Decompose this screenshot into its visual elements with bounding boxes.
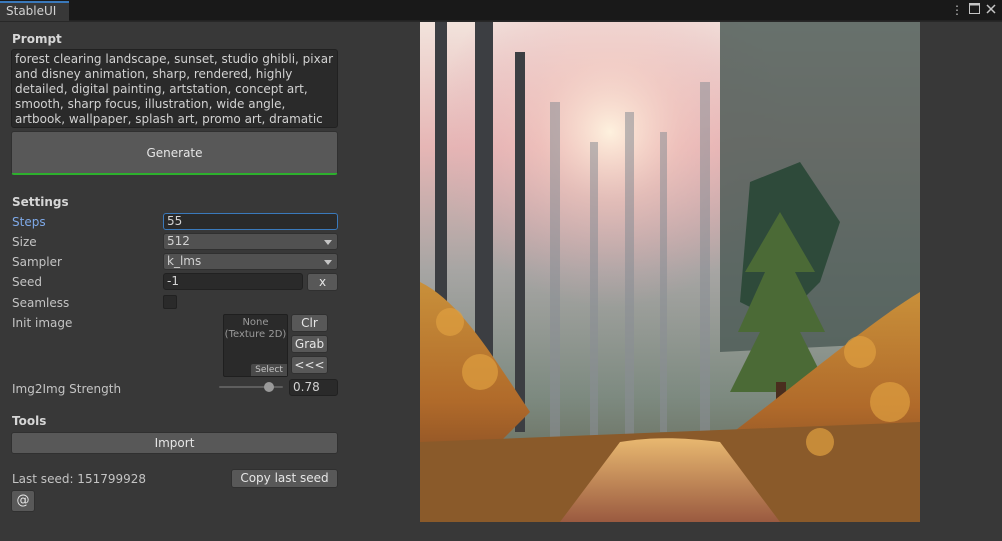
copy-last-seed-button[interactable]: Copy last seed bbox=[231, 469, 338, 488]
at-button[interactable]: @ bbox=[11, 490, 35, 512]
generated-image bbox=[420, 22, 920, 522]
tools-heading: Tools bbox=[12, 414, 47, 428]
tab-stableui[interactable]: StableUI bbox=[0, 1, 69, 21]
prompt-textarea[interactable]: forest clearing landscape, sunset, studi… bbox=[11, 49, 338, 128]
slider-thumb[interactable] bbox=[263, 382, 274, 392]
init-image-label: Init image bbox=[12, 316, 73, 330]
steps-input[interactable]: 55 bbox=[163, 213, 338, 230]
sampler-value: k_lms bbox=[167, 254, 202, 268]
generate-button[interactable]: Generate bbox=[11, 131, 338, 175]
texture-none-text: None bbox=[242, 317, 269, 328]
seed-input[interactable]: -1 bbox=[163, 273, 303, 290]
last-seed-text: Last seed: 151799928 bbox=[12, 472, 147, 486]
texture-select-button[interactable]: Select bbox=[251, 364, 287, 376]
back-button[interactable]: <<< bbox=[291, 356, 328, 374]
stableui-panel: Prompt forest clearing landscape, sunset… bbox=[0, 22, 1002, 541]
prompt-heading: Prompt bbox=[12, 32, 62, 46]
sampler-dropdown[interactable]: k_lms bbox=[163, 253, 338, 270]
sampler-label: Sampler bbox=[12, 255, 62, 269]
size-value: 512 bbox=[167, 234, 190, 248]
steps-label: Steps bbox=[12, 215, 46, 229]
maximize-icon[interactable] bbox=[967, 3, 981, 17]
grab-button[interactable]: Grab bbox=[291, 335, 328, 353]
texture-type-text: (Texture 2D) bbox=[224, 329, 287, 340]
size-label: Size bbox=[12, 235, 37, 249]
img2img-strength-input[interactable]: 0.78 bbox=[289, 379, 338, 396]
kebab-menu-icon[interactable]: ⋮ bbox=[950, 3, 964, 17]
settings-heading: Settings bbox=[12, 195, 69, 209]
img2img-strength-label: Img2Img Strength bbox=[12, 382, 122, 396]
close-icon[interactable] bbox=[984, 3, 998, 17]
init-image-texture-slot[interactable]: None (Texture 2D) Select bbox=[223, 314, 288, 377]
size-dropdown[interactable]: 512 bbox=[163, 233, 338, 250]
seed-label: Seed bbox=[12, 275, 42, 289]
chevron-down-icon bbox=[324, 240, 332, 245]
clr-button[interactable]: Clr bbox=[291, 314, 328, 332]
chevron-down-icon bbox=[324, 260, 332, 265]
import-button[interactable]: Import bbox=[11, 432, 338, 454]
window-tab-bar: StableUI ⋮ bbox=[0, 0, 1002, 21]
seamless-label: Seamless bbox=[12, 296, 70, 310]
seed-clear-button[interactable]: x bbox=[307, 273, 338, 291]
seamless-checkbox[interactable] bbox=[163, 295, 177, 309]
